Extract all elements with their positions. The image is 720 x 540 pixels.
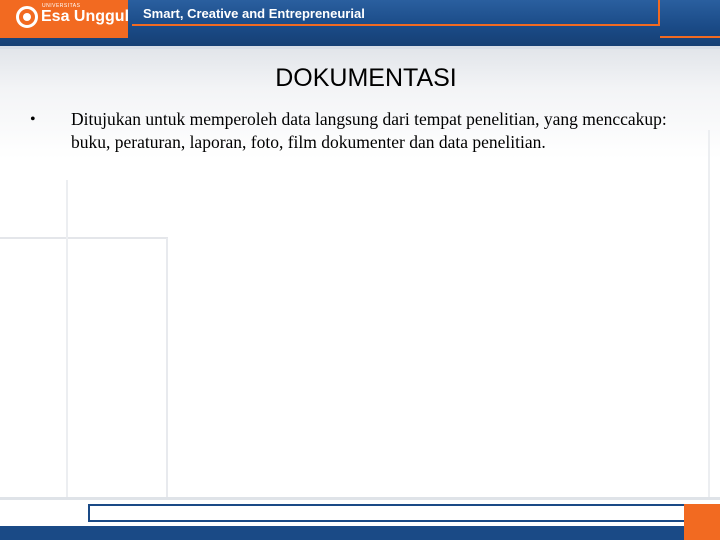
header-right-line bbox=[660, 0, 720, 38]
bullet-icon: • bbox=[30, 111, 36, 128]
decorative-line bbox=[708, 130, 710, 500]
logo-text: Esa Unggul bbox=[41, 8, 130, 25]
tagline: Smart, Creative and Entrepreneurial bbox=[143, 6, 365, 21]
decorative-line bbox=[66, 180, 68, 498]
decorative-line bbox=[166, 238, 168, 498]
slide-title: DOKUMENTASI bbox=[275, 64, 457, 92]
university-logo: UNIVERSITAS Esa Unggul bbox=[0, 0, 130, 38]
footer-blue-band bbox=[0, 526, 720, 540]
circle-logo-icon bbox=[16, 6, 38, 28]
decorative-line bbox=[0, 237, 168, 239]
footer-frame bbox=[88, 504, 684, 522]
footer-orange-block bbox=[684, 504, 720, 540]
bullet-item: Ditujukan untuk memperoleh data langsung… bbox=[71, 109, 667, 152]
bullet-list: • Ditujukan untuk memperoleh data langsu… bbox=[30, 108, 670, 154]
